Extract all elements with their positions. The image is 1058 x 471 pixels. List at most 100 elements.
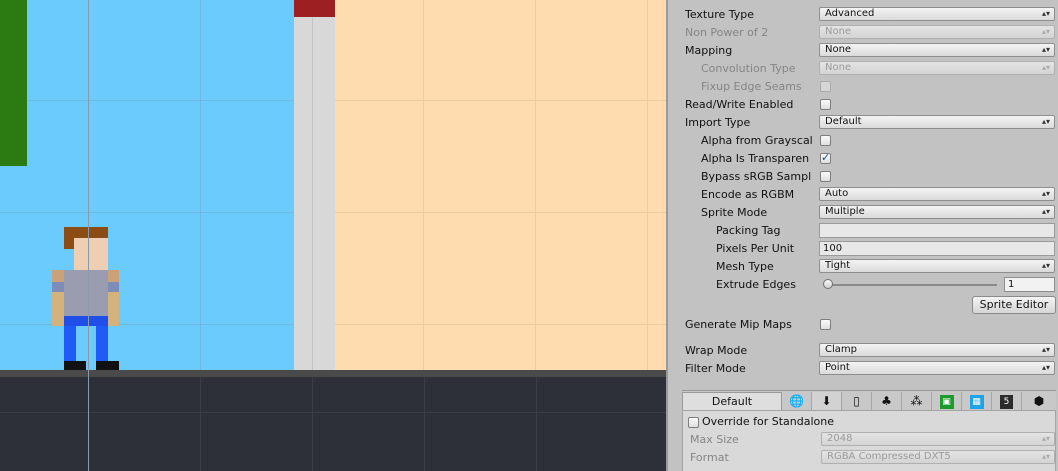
background-tile-area[interactable]: [335, 0, 666, 376]
texture-type-label: Texture Type: [685, 8, 755, 21]
convolution-type-row: Convolution Type None ▴▾: [668, 60, 1058, 78]
sprite-editor-button[interactable]: Sprite Editor: [972, 296, 1056, 314]
tab-ios[interactable]: ▯: [842, 392, 872, 410]
extrude-edges-label: Extrude Edges: [716, 278, 796, 291]
dropdown-arrow-icon: ▴▾: [1041, 434, 1050, 443]
sprite-mode-row: Sprite Mode Multiple ▴▾: [668, 204, 1058, 222]
sprite-mode-dropdown[interactable]: Multiple ▴▾: [819, 205, 1055, 219]
wall-cap-tile: [294, 0, 335, 17]
extrude-edges-slider-track[interactable]: [825, 284, 997, 286]
generate-mip-maps-checkbox[interactable]: [820, 319, 831, 330]
dropdown-arrow-icon: ▴▾: [1041, 261, 1050, 270]
mesh-type-dropdown[interactable]: Tight ▴▾: [819, 259, 1055, 273]
cube-icon: ⬢: [1033, 394, 1045, 408]
tab-blackberry[interactable]: ⁂: [902, 392, 932, 410]
tab-web[interactable]: 🌐: [782, 392, 812, 410]
green-tile-block[interactable]: [0, 0, 27, 166]
texture-type-dropdown[interactable]: Advanced ▴▾: [819, 7, 1055, 21]
filter-mode-label: Filter Mode: [685, 362, 746, 375]
filter-mode-dropdown[interactable]: Point ▴▾: [819, 361, 1055, 375]
import-type-label: Import Type: [685, 116, 751, 129]
windows-store-icon: ▣: [939, 395, 954, 409]
packing-tag-label: Packing Tag: [716, 224, 781, 237]
mapping-label: Mapping: [685, 44, 733, 57]
checkmark-icon: ✓: [821, 151, 831, 164]
read-write-enabled-label: Read/Write Enabled: [685, 98, 794, 111]
phone-icon: ▯: [853, 394, 860, 408]
packing-tag-input[interactable]: [819, 223, 1055, 238]
alpha-from-grayscale-checkbox[interactable]: [820, 135, 831, 146]
scene-view[interactable]: [0, 0, 666, 471]
tab-android[interactable]: ♣: [872, 392, 902, 410]
encode-as-rgbm-row: Encode as RGBM Auto ▴▾: [668, 186, 1058, 204]
dropdown-arrow-icon: ▴▾: [1041, 207, 1050, 216]
max-size-dropdown: 2048 ▴▾: [821, 432, 1055, 446]
blackberry-icon: ⁂: [910, 394, 923, 408]
platform-tab-bar: Default 🌐 ⬇ ▯ ♣ ⁂ ▣ ▦ 5 ⬢: [682, 390, 1056, 411]
wrap-mode-row: Wrap Mode Clamp ▴▾: [668, 342, 1058, 360]
bypass-srgb-checkbox[interactable]: [820, 171, 831, 182]
dropdown-arrow-icon: ▴▾: [1041, 9, 1050, 18]
html5-icon: 5: [1000, 395, 1013, 409]
format-dropdown: RGBA Compressed DXT5 ▴▾: [821, 450, 1055, 464]
encode-as-rgbm-dropdown[interactable]: Auto ▴▾: [819, 187, 1055, 201]
tab-windows-store[interactable]: ▣: [932, 392, 962, 410]
tab-windows-phone[interactable]: ▦: [962, 392, 992, 410]
bypass-srgb-label: Bypass sRGB Sampl: [701, 170, 812, 183]
dropdown-arrow-icon: ▴▾: [1041, 452, 1050, 461]
dropdown-arrow-icon: ▴▾: [1041, 63, 1050, 72]
ground-strip: [0, 370, 666, 377]
wrap-mode-label: Wrap Mode: [685, 344, 748, 357]
platform-settings-panel: Override for Standalone Max Size 2048 ▴▾ …: [682, 410, 1056, 471]
mesh-type-row: Mesh Type Tight ▴▾: [668, 258, 1058, 276]
dropdown-arrow-icon: ▴▾: [1041, 363, 1050, 372]
non-power-of-2-row: Non Power of 2 None ▴▾: [668, 24, 1058, 42]
generate-mip-maps-row: Generate Mip Maps: [668, 316, 1058, 334]
extrude-edges-slider-handle[interactable]: [823, 279, 833, 289]
encode-as-rgbm-label: Encode as RGBM: [701, 188, 795, 201]
read-write-enabled-row: Read/Write Enabled: [668, 96, 1058, 114]
override-standalone-label: Override for Standalone: [702, 415, 834, 428]
mapping-row: Mapping None ▴▾: [668, 42, 1058, 60]
packing-tag-row: Packing Tag: [668, 222, 1058, 240]
tab-standalone[interactable]: ⬇: [812, 392, 842, 410]
import-type-row: Import Type Default ▴▾: [668, 114, 1058, 132]
tab-webgl[interactable]: 5: [992, 392, 1022, 410]
dropdown-arrow-icon: ▴▾: [1041, 27, 1050, 36]
dropdown-arrow-icon: ▴▾: [1041, 189, 1050, 198]
mesh-type-label: Mesh Type: [716, 260, 774, 273]
floor-area: [0, 377, 666, 471]
dropdown-arrow-icon: ▴▾: [1041, 45, 1050, 54]
alpha-is-transparency-row: Alpha Is Transparen ✓: [668, 150, 1058, 168]
pixels-per-unit-row: Pixels Per Unit 100: [668, 240, 1058, 258]
scene-axis-line: [88, 0, 89, 471]
globe-icon: 🌐: [789, 394, 804, 408]
convolution-type-label: Convolution Type: [701, 62, 796, 75]
alpha-is-transparency-label: Alpha Is Transparen: [701, 152, 810, 165]
alpha-is-transparency-checkbox[interactable]: ✓: [820, 151, 831, 164]
extrude-edges-value-field[interactable]: 1: [1004, 277, 1055, 292]
generate-mip-maps-label: Generate Mip Maps: [685, 318, 792, 331]
read-write-enabled-checkbox[interactable]: [820, 99, 831, 110]
texture-type-row: Texture Type Advanced ▴▾: [668, 6, 1058, 24]
pixels-per-unit-input[interactable]: 100: [819, 241, 1055, 256]
alpha-from-grayscale-label: Alpha from Grayscal: [701, 134, 813, 147]
mapping-dropdown[interactable]: None ▴▾: [819, 43, 1055, 57]
extrude-edges-row: Extrude Edges 1: [668, 276, 1058, 294]
import-type-dropdown[interactable]: Default ▴▾: [819, 115, 1055, 129]
non-power-of-2-dropdown: None ▴▾: [819, 25, 1055, 39]
grid-line: [200, 0, 201, 376]
android-icon: ♣: [881, 394, 892, 408]
wall-column[interactable]: [294, 0, 335, 376]
fixup-edge-seams-row: Fixup Edge Seams: [668, 78, 1058, 96]
texture-import-inspector: Texture Type Advanced ▴▾ Non Power of 2 N…: [666, 0, 1058, 471]
fixup-edge-seams-checkbox: [820, 81, 831, 92]
tab-default[interactable]: Default: [682, 392, 782, 410]
tab-other[interactable]: ⬢: [1022, 392, 1056, 410]
wrap-mode-dropdown[interactable]: Clamp ▴▾: [819, 343, 1055, 357]
override-standalone-checkbox[interactable]: [688, 417, 699, 428]
format-label: Format: [690, 451, 729, 464]
dropdown-arrow-icon: ▴▾: [1041, 345, 1050, 354]
bypass-srgb-row: Bypass sRGB Sampl: [668, 168, 1058, 186]
fixup-edge-seams-label: Fixup Edge Seams: [701, 80, 802, 93]
